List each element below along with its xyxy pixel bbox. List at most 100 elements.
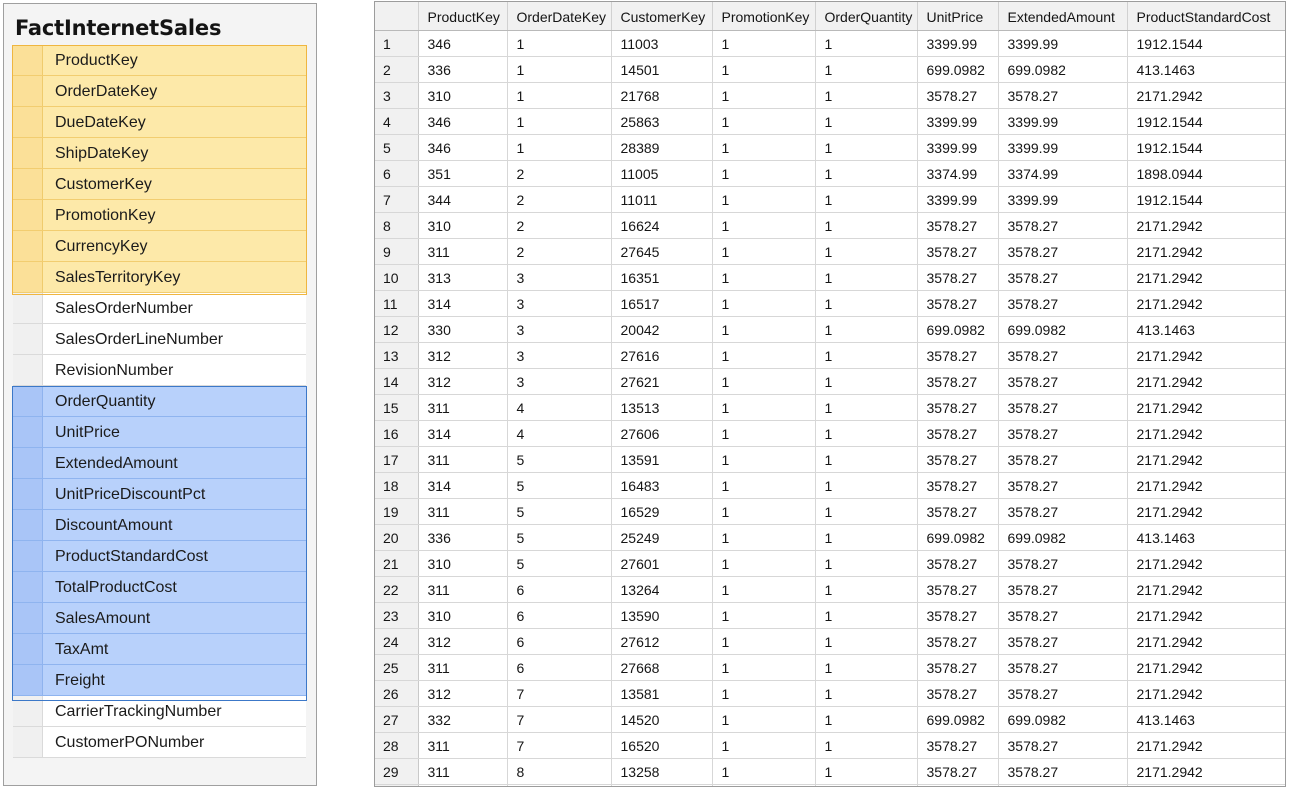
table-cell[interactable]: 25863	[611, 108, 713, 135]
row-number[interactable]: 18	[375, 472, 419, 499]
results-grid[interactable]: ProductKey OrderDateKey CustomerKey Promoti…	[374, 1, 1286, 787]
table-cell[interactable]: 2171.2942	[1127, 732, 1285, 759]
table-cell[interactable]: 3578.27	[998, 394, 1128, 421]
table-cell[interactable]: 1	[712, 706, 816, 733]
column-row-sales-amount[interactable]: SalesAmount	[13, 603, 306, 634]
table-cell[interactable]: 413.1463	[1127, 316, 1285, 343]
table-cell[interactable]: 1	[712, 238, 816, 265]
table-cell[interactable]: 1	[815, 680, 918, 707]
table-cell[interactable]: 311	[418, 498, 508, 525]
column-row-unit-price[interactable]: UnitPrice	[13, 417, 306, 448]
column-row-promotion-key[interactable]: PromotionKey	[13, 200, 306, 231]
table-cell[interactable]: 5	[507, 446, 612, 473]
row-number[interactable]: 19	[375, 498, 419, 525]
table-row[interactable]: 3033281456011699.0982699.0982413.1463	[375, 784, 1285, 786]
table-row[interactable]: 6 351 2 11005 1 1 3374.99 3374.99 1898.0944	[375, 160, 1285, 187]
table-cell[interactable]: 330	[418, 316, 508, 343]
table-row[interactable]: 7 344 2 11011 1 1 3399.99 3399.99 1912.1544	[375, 186, 1285, 213]
table-row[interactable]: 29 311 8 13258 1 1 3578.27 3578.27 2171.2942	[375, 758, 1285, 785]
table-cell[interactable]: 21768	[611, 82, 713, 109]
table-cell[interactable]: 699.0982	[998, 706, 1128, 733]
table-cell[interactable]: 2171.2942	[1127, 550, 1285, 577]
row-selector-header[interactable]	[375, 2, 419, 31]
table-cell[interactable]: 1	[712, 134, 816, 161]
table-row[interactable]: 13 312 3 27616 1 1 3578.27 3578.27 2171.2942	[375, 342, 1285, 369]
row-selector[interactable]	[13, 479, 43, 509]
row-selector[interactable]	[13, 262, 43, 292]
table-cell[interactable]: 3	[507, 316, 612, 343]
column-row-carrier-tracking-number[interactable]: CarrierTrackingNumber	[13, 696, 306, 727]
column-row-product-key[interactable]: ProductKey	[13, 45, 306, 76]
table-cell[interactable]: 3578.27	[917, 628, 999, 655]
table-cell[interactable]: 3578.27	[917, 446, 999, 473]
table-cell[interactable]: 1	[815, 784, 918, 786]
table-cell[interactable]: 3578.27	[917, 264, 999, 291]
row-selector[interactable]	[13, 107, 43, 137]
table-cell[interactable]: 3578.27	[998, 446, 1128, 473]
table-row[interactable]: 14 312 3 27621 1 1 3578.27 3578.27 2171.2942	[375, 368, 1285, 395]
table-cell[interactable]: 1	[712, 732, 816, 759]
row-number[interactable]: 24	[375, 628, 419, 655]
table-cell[interactable]: 3578.27	[998, 758, 1128, 785]
table-cell[interactable]: 312	[418, 628, 508, 655]
table-cell[interactable]: 413.1463	[1127, 784, 1285, 786]
table-cell[interactable]: 1	[815, 576, 918, 603]
table-cell[interactable]: 1	[815, 446, 918, 473]
row-selector[interactable]	[13, 417, 43, 447]
row-number[interactable]: 17	[375, 446, 419, 473]
table-cell[interactable]: 1	[815, 732, 918, 759]
table-cell[interactable]: 3578.27	[917, 212, 999, 239]
table-row[interactable]: 28 311 7 16520 1 1 3578.27 3578.27 2171.2942	[375, 732, 1285, 759]
table-cell[interactable]: 3399.99	[917, 30, 999, 57]
table-cell[interactable]: 2171.2942	[1127, 472, 1285, 499]
table-cell[interactable]: 1	[712, 30, 816, 57]
table-cell[interactable]: 3578.27	[998, 472, 1128, 499]
column-row-sales-order-line-number[interactable]: SalesOrderLineNumber	[13, 324, 306, 355]
table-cell[interactable]: 3578.27	[998, 576, 1128, 603]
row-number[interactable]: 27	[375, 706, 419, 733]
table-cell[interactable]: 1	[712, 394, 816, 421]
table-cell[interactable]: 1	[712, 602, 816, 629]
table-cell[interactable]: 27616	[611, 342, 713, 369]
table-cell[interactable]: 310	[418, 82, 508, 109]
table-cell[interactable]: 2171.2942	[1127, 82, 1285, 109]
table-cell[interactable]: 1	[815, 342, 918, 369]
table-row[interactable]: 24 312 6 27612 1 1 3578.27 3578.27 2171.2942	[375, 628, 1285, 655]
table-cell[interactable]: 2171.2942	[1127, 290, 1285, 317]
table-cell[interactable]: 3578.27	[917, 472, 999, 499]
table-cell[interactable]: 7	[507, 680, 612, 707]
table-cell[interactable]: 3	[507, 290, 612, 317]
table-row[interactable]: 23 310 6 13590 1 1 3578.27 3578.27 2171.2942	[375, 602, 1285, 629]
table-cell[interactable]: 28389	[611, 134, 713, 161]
row-number[interactable]: 8	[375, 212, 419, 239]
table-row[interactable]: 5 346 1 28389 1 1 3399.99 3399.99 1912.1544	[375, 134, 1285, 161]
table-cell[interactable]: 27621	[611, 368, 713, 395]
table-cell[interactable]: 1	[815, 550, 918, 577]
row-selector[interactable]	[13, 169, 43, 199]
table-row[interactable]: 18 314 5 16483 1 1 3578.27 3578.27 2171.2942	[375, 472, 1285, 499]
table-cell[interactable]: 1	[712, 316, 816, 343]
table-cell[interactable]: 3578.27	[998, 602, 1128, 629]
table-cell[interactable]: 2171.2942	[1127, 576, 1285, 603]
table-cell[interactable]: 1	[712, 654, 816, 681]
table-cell[interactable]: 1	[712, 498, 816, 525]
table-cell[interactable]: 3578.27	[917, 342, 999, 369]
table-cell[interactable]: 3374.99	[998, 160, 1128, 187]
column-row-extended-amount[interactable]: ExtendedAmount	[13, 448, 306, 479]
row-selector[interactable]	[13, 665, 43, 695]
table-cell[interactable]: 1	[815, 160, 918, 187]
table-cell[interactable]: 1	[507, 30, 612, 57]
row-number[interactable]: 25	[375, 654, 419, 681]
table-cell[interactable]: 2	[507, 186, 612, 213]
table-cell[interactable]: 5	[507, 472, 612, 499]
table-cell[interactable]: 1	[712, 576, 816, 603]
table-cell[interactable]: 2171.2942	[1127, 446, 1285, 473]
column-header-order-date-key[interactable]: OrderDateKey	[507, 2, 612, 31]
table-cell[interactable]: 3578.27	[917, 394, 999, 421]
table-cell[interactable]: 7	[507, 706, 612, 733]
table-cell[interactable]: 1912.1544	[1127, 134, 1285, 161]
row-selector[interactable]	[13, 76, 43, 106]
table-cell[interactable]: 25249	[611, 524, 713, 551]
table-cell[interactable]: 5	[507, 498, 612, 525]
table-cell[interactable]: 3578.27	[917, 654, 999, 681]
